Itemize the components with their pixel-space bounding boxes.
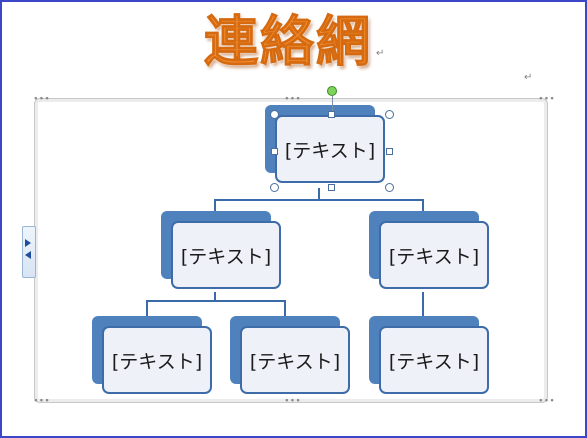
- connector-line: [422, 292, 424, 316]
- text-pane-toggle[interactable]: [22, 226, 36, 278]
- node-text-box[interactable]: [テキスト]: [275, 115, 385, 183]
- resize-handle-top-right[interactable]: [385, 110, 394, 119]
- paragraph-mark: ↵: [524, 72, 533, 83]
- connector-line: [284, 300, 286, 316]
- rotate-handle-icon[interactable]: [327, 86, 337, 96]
- resize-handle-bottom[interactable]: [328, 184, 335, 191]
- frame-resize-handle-top[interactable]: ∙∙∙: [284, 95, 301, 104]
- connector-line: [422, 199, 424, 211]
- node-text-box[interactable]: [テキスト]: [102, 326, 212, 394]
- connector-line: [214, 199, 424, 201]
- resize-handle-top-left[interactable]: [270, 110, 279, 119]
- expand-arrow-icon: [25, 239, 31, 247]
- resize-handle-bottom-left[interactable]: [270, 183, 279, 192]
- node-text-box[interactable]: [テキスト]: [379, 326, 489, 394]
- paragraph-mark: ↵: [376, 48, 385, 59]
- frame-resize-handle-bottom[interactable]: ∙∙∙: [284, 397, 301, 406]
- resize-handle-top[interactable]: [328, 111, 335, 118]
- frame-resize-handle-bottom-right[interactable]: ∙∙∙: [538, 397, 555, 406]
- node-text-box[interactable]: [テキスト]: [240, 326, 350, 394]
- connector-line: [146, 300, 286, 302]
- resize-handle-left[interactable]: [271, 148, 278, 155]
- frame-resize-handle-top-left[interactable]: ∙∙∙: [33, 95, 50, 104]
- resize-handle-bottom-right[interactable]: [385, 183, 394, 192]
- node-text-box[interactable]: [テキスト]: [171, 221, 281, 289]
- connector-line: [146, 300, 148, 316]
- node-text-box[interactable]: [テキスト]: [379, 221, 489, 289]
- resize-handle-right[interactable]: [386, 148, 393, 155]
- frame-resize-handle-top-right[interactable]: ∙∙∙: [538, 95, 555, 104]
- frame-resize-handle-bottom-left[interactable]: ∙∙∙: [33, 397, 50, 406]
- document-title[interactable]: 連絡網: [204, 8, 384, 76]
- collapse-arrow-icon: [25, 251, 31, 259]
- connector-line: [214, 199, 216, 211]
